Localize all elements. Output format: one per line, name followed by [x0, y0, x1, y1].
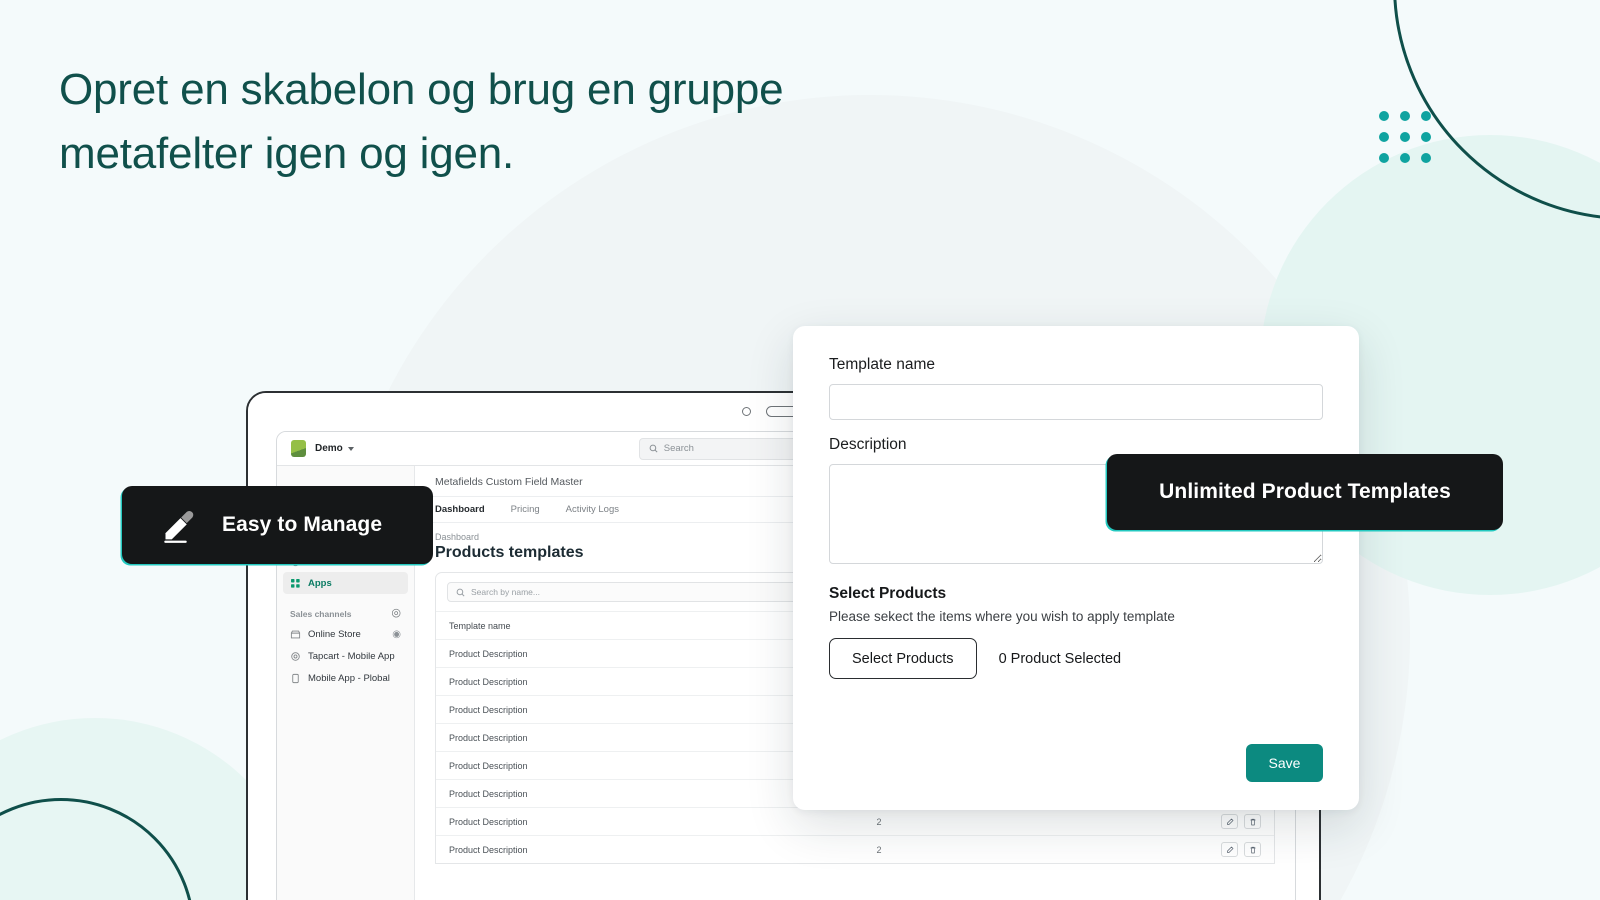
column-header-template-name: Template name	[449, 620, 511, 631]
tab-pricing[interactable]: Pricing	[511, 504, 540, 515]
select-products-button[interactable]: Select Products	[829, 638, 977, 679]
sidebar-label: Tapcart - Mobile App	[308, 650, 395, 662]
apps-icon	[291, 578, 300, 588]
headline-line-2: metafelter igen og igen.	[59, 128, 515, 178]
table-row[interactable]: Product Description 2	[436, 835, 1274, 863]
cell-template-name: Product Description	[449, 844, 528, 855]
tapcart-icon	[291, 651, 300, 661]
pencil-icon	[1226, 846, 1233, 853]
page-title: Opret en skabelon og brug en gruppe meta…	[59, 58, 959, 186]
template-name-label: Template name	[829, 356, 935, 373]
promo-banner: Opret en skabelon og brug en gruppe meta…	[0, 0, 1600, 900]
cell-count: 2	[876, 844, 882, 855]
tab-dashboard[interactable]: Dashboard	[435, 504, 485, 515]
store-name[interactable]: Demo	[315, 443, 343, 454]
mobile-icon	[292, 673, 299, 683]
headline-line-1: Opret en skabelon og brug en gruppe	[59, 65, 784, 114]
cell-template-name: Product Description	[449, 704, 528, 715]
outline-circle-top-right	[1393, 0, 1600, 220]
search-icon	[456, 588, 465, 597]
table-search-placeholder: Search by name...	[471, 587, 540, 597]
sidebar-label: Apps	[308, 577, 332, 589]
cell-template-name: Product Description	[449, 676, 528, 687]
tab-activity-logs[interactable]: Activity Logs	[566, 504, 619, 515]
template-form-modal: Template name Description Select Product…	[793, 326, 1359, 810]
dot-grid-icon	[1379, 111, 1431, 163]
cell-template-name: Product Description	[449, 732, 528, 743]
delete-row-button[interactable]	[1244, 814, 1261, 829]
description-label: Description	[829, 436, 907, 453]
sidebar-item-tapcart[interactable]: Tapcart - Mobile App	[283, 645, 408, 667]
easy-to-manage-badge: Easy to Manage	[122, 486, 433, 564]
admin-search-placeholder: Search	[663, 443, 694, 454]
cell-template-name: Product Description	[449, 788, 528, 799]
delete-row-button[interactable]	[1244, 842, 1261, 857]
camera-icon	[742, 407, 751, 416]
add-channel-icon[interactable]: ◎	[391, 608, 401, 619]
sidebar-item-plobal[interactable]: Mobile App - Plobal	[283, 667, 408, 689]
chevron-down-icon[interactable]	[347, 446, 354, 451]
save-button[interactable]: Save	[1246, 744, 1323, 782]
edit-row-button[interactable]	[1221, 814, 1238, 829]
cell-template-name: Product Description	[449, 760, 528, 771]
eye-icon[interactable]: ◉	[392, 629, 401, 640]
outline-circle-bottom-left	[0, 798, 195, 900]
selected-count-text: 0 Product Selected	[998, 650, 1122, 667]
template-name-input[interactable]	[829, 384, 1323, 420]
cell-template-name: Product Description	[449, 816, 528, 827]
trash-icon	[1250, 818, 1255, 825]
cell-count: 2	[876, 816, 882, 827]
sidebar-item-online-store[interactable]: Online Store ◉	[283, 623, 408, 645]
badge-label: Unlimited Product Templates	[1159, 480, 1451, 503]
select-products-title: Select Products	[829, 585, 947, 602]
sidebar-section-label: Sales channels	[290, 608, 352, 619]
select-products-row: Select Products 0 Product Selected	[829, 638, 1323, 679]
eraser-icon	[164, 510, 194, 543]
sidebar-label: Online Store	[308, 628, 361, 640]
search-icon	[649, 444, 658, 453]
cell-template-name: Product Description	[449, 648, 528, 659]
table-row[interactable]: Product Description 2	[436, 807, 1274, 835]
sidebar-item-apps[interactable]: Apps	[283, 572, 408, 594]
edit-row-button[interactable]	[1221, 842, 1238, 857]
unlimited-templates-badge: Unlimited Product Templates	[1107, 454, 1503, 530]
store-icon	[290, 630, 301, 638]
badge-label: Easy to Manage	[222, 513, 383, 536]
sidebar-label: Mobile App - Plobal	[308, 672, 390, 684]
shopify-logo-icon	[291, 440, 306, 457]
trash-icon	[1250, 846, 1255, 853]
pencil-icon	[1226, 818, 1233, 825]
select-products-subtitle: Please sekect the items where you wish t…	[829, 609, 1175, 624]
sidebar-section-sales-channels: Sales channels ◎	[290, 608, 401, 619]
